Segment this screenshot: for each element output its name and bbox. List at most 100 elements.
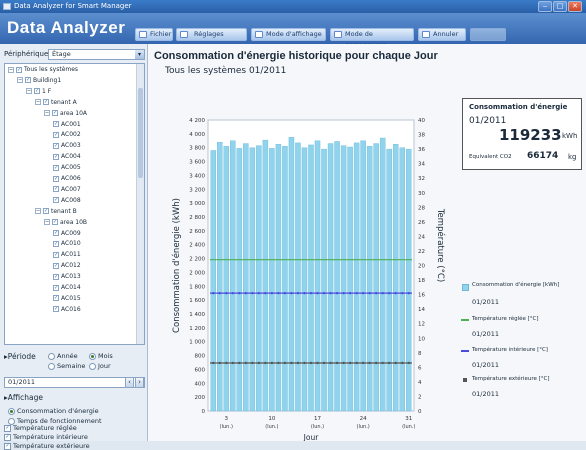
tree-checkbox-icon[interactable]: ✓	[53, 131, 59, 138]
tree-checkbox-icon[interactable]: ✓	[53, 153, 59, 160]
tree-item[interactable]: − ✓ tenant A	[35, 99, 77, 106]
energy-bar	[223, 146, 230, 412]
tree-item[interactable]: − ✓ Building1	[17, 77, 61, 84]
tree-item[interactable]: − ✓ 1 F	[26, 88, 51, 95]
tree-checkbox-icon[interactable]: ✓	[53, 186, 59, 193]
energy-bar	[334, 141, 340, 412]
tree-collapse-icon[interactable]: −	[26, 88, 32, 95]
tree-collapse-icon[interactable]: −	[44, 110, 50, 117]
tree-item[interactable]: ✓ AC005	[53, 164, 81, 171]
energy-bar	[243, 143, 249, 412]
outdoor-temp-line-point	[361, 361, 365, 365]
tree-item[interactable]: − ✓ area 10A	[44, 110, 87, 117]
tree-item[interactable]: ✓ AC004	[53, 153, 81, 160]
radio-semaine[interactable]: Semaine	[48, 362, 85, 370]
tree-collapse-icon[interactable]: −	[44, 219, 50, 226]
maximize-icon[interactable]: □	[553, 1, 567, 12]
checkbox-temp-reglee[interactable]: ✓ Température réglée	[4, 424, 77, 432]
tree-item[interactable]: ✓ AC014	[53, 284, 81, 291]
checkbox-temp-exterieure[interactable]: ✓ Température extérieure	[4, 442, 90, 450]
tree-item[interactable]: ✓ AC003	[53, 142, 81, 149]
consumption-heading: Consommation d'énergie	[469, 103, 568, 111]
y-tick-label: 4 200	[189, 118, 205, 124]
tree-item[interactable]: ✓ AC011	[53, 251, 81, 258]
tree-item[interactable]: ✓ AC006	[53, 175, 81, 182]
tree-checkbox-icon[interactable]: ✓	[53, 306, 59, 313]
tree-checkbox-icon[interactable]: ✓	[53, 273, 59, 280]
tree-checkbox-icon[interactable]: ✓	[53, 262, 59, 269]
tree-checkbox-icon[interactable]: ✓	[52, 110, 58, 117]
tree-checkbox-icon[interactable]: ✓	[53, 164, 59, 171]
y2-tick-label: 0	[418, 409, 422, 415]
close-icon[interactable]: ✕	[568, 1, 582, 12]
y-axis-label: Consommation d'énergie (kWh)	[171, 198, 182, 333]
tree-item[interactable]: ✓ AC012	[53, 262, 81, 269]
tree-item-label: tenant B	[51, 207, 77, 215]
minimize-icon[interactable]: ‒	[538, 1, 552, 12]
peripherique-select[interactable]: Étage ▾	[48, 49, 145, 60]
tree-scroll-thumb[interactable]	[138, 88, 143, 178]
outdoor-temp-line-point	[283, 361, 287, 365]
tree-checkbox-icon[interactable]: ✓	[34, 88, 40, 95]
radio-consommation[interactable]: Consommation d'énergie	[8, 407, 99, 415]
tree-item[interactable]: − ✓ tenant B	[35, 208, 77, 215]
reglages-button[interactable]: Réglages	[176, 28, 247, 41]
tree-item-label: area 10A	[60, 109, 88, 117]
radio-mois[interactable]: Mois	[89, 352, 113, 360]
tree-collapse-icon[interactable]: −	[35, 208, 41, 215]
mode-comparaison-button[interactable]: Mode de comparaison	[330, 28, 414, 49]
radio-jour[interactable]: Jour	[89, 362, 111, 370]
tree-checkbox-icon[interactable]: ✓	[53, 142, 59, 149]
tree-checkbox-icon[interactable]: ✓	[25, 77, 31, 84]
tree-item[interactable]: − ✓ Tous les systèmes	[8, 66, 78, 73]
tree-checkbox-icon[interactable]: ✓	[43, 208, 49, 215]
y-tick-label: 0	[202, 409, 206, 415]
check-icon: ✓	[4, 442, 11, 450]
tree-item[interactable]: ✓ AC013	[53, 273, 81, 280]
tree-checkbox-icon[interactable]: ✓	[53, 230, 59, 236]
tree-checkbox-icon[interactable]: ✓	[53, 240, 59, 247]
tree-checkbox-icon[interactable]: ✓	[53, 197, 59, 204]
fichier-button[interactable]: Fichier	[135, 28, 173, 41]
next-period-button[interactable]: ›	[135, 377, 144, 388]
tree-checkbox-icon[interactable]: ✓	[53, 175, 59, 182]
device-tree[interactable]: − ✓ Tous les systèmes − ✓ Building1− ✓ 1 F − ✓ ten…	[4, 63, 145, 345]
mode-affichage-button[interactable]: Mode d'affichage	[251, 28, 326, 41]
tree-item[interactable]: ✓ AC015	[53, 295, 81, 302]
tree-checkbox-icon[interactable]: ✓	[43, 99, 49, 106]
tree-checkbox-icon[interactable]: ✓	[53, 251, 59, 258]
checkbox-temp-interieure[interactable]: ✓ Température intérieure	[4, 433, 88, 441]
tree-checkbox-icon[interactable]: ✓	[53, 121, 59, 127]
tree-checkbox-icon[interactable]: ✓	[16, 66, 22, 73]
y2-tick-label: 2	[418, 394, 422, 400]
tree-checkbox-icon[interactable]: ✓	[52, 219, 58, 226]
date-field[interactable]: 01/2011	[4, 377, 145, 388]
tree-item-label: AC005	[61, 164, 81, 172]
indoor-temp-line-point	[225, 291, 228, 295]
annuler-button[interactable]: Annuler	[418, 28, 466, 41]
x-tick-weekday: (lun.)	[220, 424, 233, 430]
tree-item[interactable]: ✓ AC008	[53, 197, 81, 204]
tree-checkbox-icon[interactable]: ✓	[53, 284, 59, 291]
indoor-temp-line-point	[348, 291, 352, 295]
tree-item[interactable]: ✓ AC016	[53, 306, 81, 313]
tree-item[interactable]: ✓ AC002	[53, 131, 81, 138]
tree-item[interactable]: ✓ AC007	[53, 186, 81, 193]
tree-collapse-icon[interactable]: −	[35, 99, 41, 106]
tree-item[interactable]: ✓ AC001	[53, 121, 81, 128]
indoor-temp-line-point	[290, 291, 293, 295]
tree-collapse-icon[interactable]: −	[8, 66, 14, 73]
tree-item[interactable]: − ✓ area 10B	[44, 219, 87, 226]
tree-collapse-icon[interactable]: −	[17, 77, 23, 84]
energy-bar	[360, 140, 366, 412]
tree-item[interactable]: ✓ AC010	[53, 240, 81, 247]
tree-item-label: 1 F	[42, 87, 52, 95]
radio-annee[interactable]: Année	[48, 352, 78, 360]
tree-item[interactable]: ✓ AC009	[53, 230, 81, 237]
tree-checkbox-icon[interactable]: ✓	[53, 295, 59, 302]
y2-tick-label: 16	[418, 293, 425, 299]
tree-scrollbar[interactable]	[136, 64, 144, 344]
x-tick-label: 3	[225, 416, 229, 422]
page-title: Consommation d'énergie historique pour c…	[154, 50, 438, 62]
prev-period-button[interactable]: ‹	[125, 377, 134, 388]
